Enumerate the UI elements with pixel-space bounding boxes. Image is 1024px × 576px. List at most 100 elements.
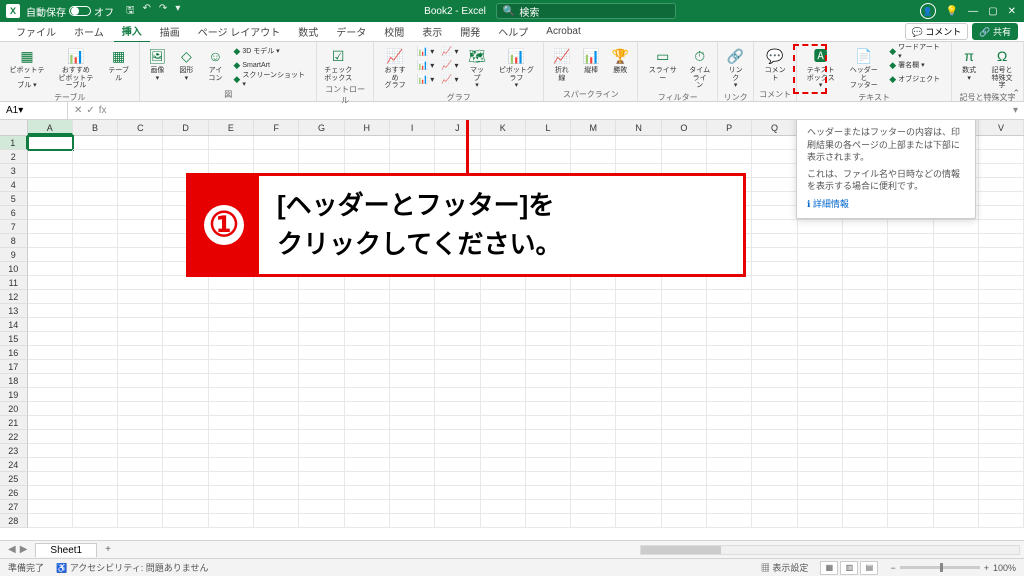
cell[interactable] xyxy=(209,304,254,318)
cell[interactable] xyxy=(345,458,390,472)
cell[interactable] xyxy=(28,262,73,276)
cell[interactable] xyxy=(481,500,526,514)
cell[interactable] xyxy=(254,136,299,150)
cell[interactable] xyxy=(526,276,571,290)
cell[interactable] xyxy=(435,430,480,444)
cell[interactable] xyxy=(571,290,616,304)
normal-view-button[interactable]: ▦ xyxy=(820,561,838,575)
ribbon-コメント[interactable]: 💬コメント xyxy=(758,44,792,84)
cell[interactable] xyxy=(616,136,661,150)
cell[interactable] xyxy=(73,444,118,458)
cell[interactable] xyxy=(662,374,707,388)
cell[interactable] xyxy=(209,318,254,332)
cell[interactable] xyxy=(798,248,843,262)
cell[interactable] xyxy=(299,318,344,332)
cell[interactable] xyxy=(662,500,707,514)
column-header[interactable]: O xyxy=(662,120,707,135)
cell[interactable] xyxy=(798,458,843,472)
display-settings[interactable]: ▦ 表示設定 xyxy=(761,561,809,574)
column-header[interactable]: L xyxy=(526,120,571,135)
cell[interactable] xyxy=(481,486,526,500)
cell[interactable] xyxy=(571,318,616,332)
cell[interactable] xyxy=(73,360,118,374)
cell[interactable] xyxy=(798,346,843,360)
cell[interactable] xyxy=(28,514,73,528)
cell[interactable] xyxy=(481,332,526,346)
share-button[interactable]: 🔗 共有 xyxy=(972,23,1018,40)
cell[interactable] xyxy=(118,220,163,234)
cell[interactable] xyxy=(843,318,888,332)
spreadsheet-grid[interactable]: ABCDEFGHIJKLMNOPQRSTUV 12345678910111213… xyxy=(0,120,1024,540)
row-header[interactable]: 6 xyxy=(0,206,28,220)
cell[interactable] xyxy=(118,304,163,318)
cell[interactable] xyxy=(843,458,888,472)
cell[interactable] xyxy=(571,458,616,472)
cell[interactable] xyxy=(163,402,208,416)
cell[interactable] xyxy=(390,402,435,416)
ribbon-縦棒[interactable]: 📊縦棒 xyxy=(578,44,604,77)
cell[interactable] xyxy=(934,374,979,388)
cell[interactable] xyxy=(571,150,616,164)
ribbon-ヘッダーとフッター[interactable]: 📄ヘッダーと フッター xyxy=(843,44,884,92)
cell[interactable] xyxy=(571,444,616,458)
cell[interactable] xyxy=(73,290,118,304)
tab-データ[interactable]: データ xyxy=(328,21,374,42)
cell[interactable] xyxy=(616,472,661,486)
cell[interactable] xyxy=(979,136,1024,150)
cell[interactable] xyxy=(73,192,118,206)
row-header[interactable]: 2 xyxy=(0,150,28,164)
cell[interactable] xyxy=(707,150,752,164)
cell[interactable] xyxy=(616,304,661,318)
cell[interactable] xyxy=(345,388,390,402)
cell[interactable] xyxy=(752,290,797,304)
cell[interactable] xyxy=(118,248,163,262)
cell[interactable] xyxy=(118,388,163,402)
row-header[interactable]: 28 xyxy=(0,514,28,528)
cell[interactable] xyxy=(118,444,163,458)
ribbon-タイムライン[interactable]: ⏱タイム ライン xyxy=(686,44,713,92)
cell[interactable] xyxy=(934,290,979,304)
zoom-value[interactable]: 100% xyxy=(993,563,1016,573)
cell[interactable] xyxy=(481,388,526,402)
cell[interactable] xyxy=(254,290,299,304)
cell[interactable] xyxy=(28,402,73,416)
cell[interactable] xyxy=(254,360,299,374)
cell[interactable] xyxy=(843,276,888,290)
cell[interactable] xyxy=(435,500,480,514)
cell[interactable] xyxy=(616,500,661,514)
cell[interactable] xyxy=(934,458,979,472)
cell[interactable] xyxy=(118,374,163,388)
cell[interactable] xyxy=(798,514,843,528)
row-header[interactable]: 7 xyxy=(0,220,28,234)
cell[interactable] xyxy=(843,332,888,346)
cell[interactable] xyxy=(526,346,571,360)
cell[interactable] xyxy=(934,486,979,500)
column-header[interactable]: J xyxy=(435,120,480,135)
cell[interactable] xyxy=(299,388,344,402)
cell[interactable] xyxy=(254,346,299,360)
cell[interactable] xyxy=(662,136,707,150)
column-header[interactable]: Q xyxy=(752,120,797,135)
cell[interactable] xyxy=(28,458,73,472)
cell[interactable] xyxy=(616,346,661,360)
cell[interactable] xyxy=(209,430,254,444)
cell[interactable] xyxy=(888,458,933,472)
ribbon-オブジェクト[interactable]: ◆オブジェクト xyxy=(887,72,947,86)
cell[interactable] xyxy=(979,234,1024,248)
cell[interactable] xyxy=(209,486,254,500)
ribbon-アイコン[interactable]: ☺アイ コン xyxy=(202,44,228,84)
cell[interactable] xyxy=(118,192,163,206)
cell[interactable] xyxy=(345,416,390,430)
cell[interactable] xyxy=(435,374,480,388)
cell[interactable] xyxy=(616,458,661,472)
cell[interactable] xyxy=(345,346,390,360)
cell[interactable] xyxy=(526,290,571,304)
cell[interactable] xyxy=(73,514,118,528)
cell[interactable] xyxy=(843,374,888,388)
cell[interactable] xyxy=(435,514,480,528)
cell[interactable] xyxy=(934,318,979,332)
zoom-out-icon[interactable]: − xyxy=(890,563,895,573)
cell[interactable] xyxy=(662,514,707,528)
qat-dropdown-icon[interactable]: ▾ xyxy=(175,3,180,20)
cell[interactable] xyxy=(390,136,435,150)
